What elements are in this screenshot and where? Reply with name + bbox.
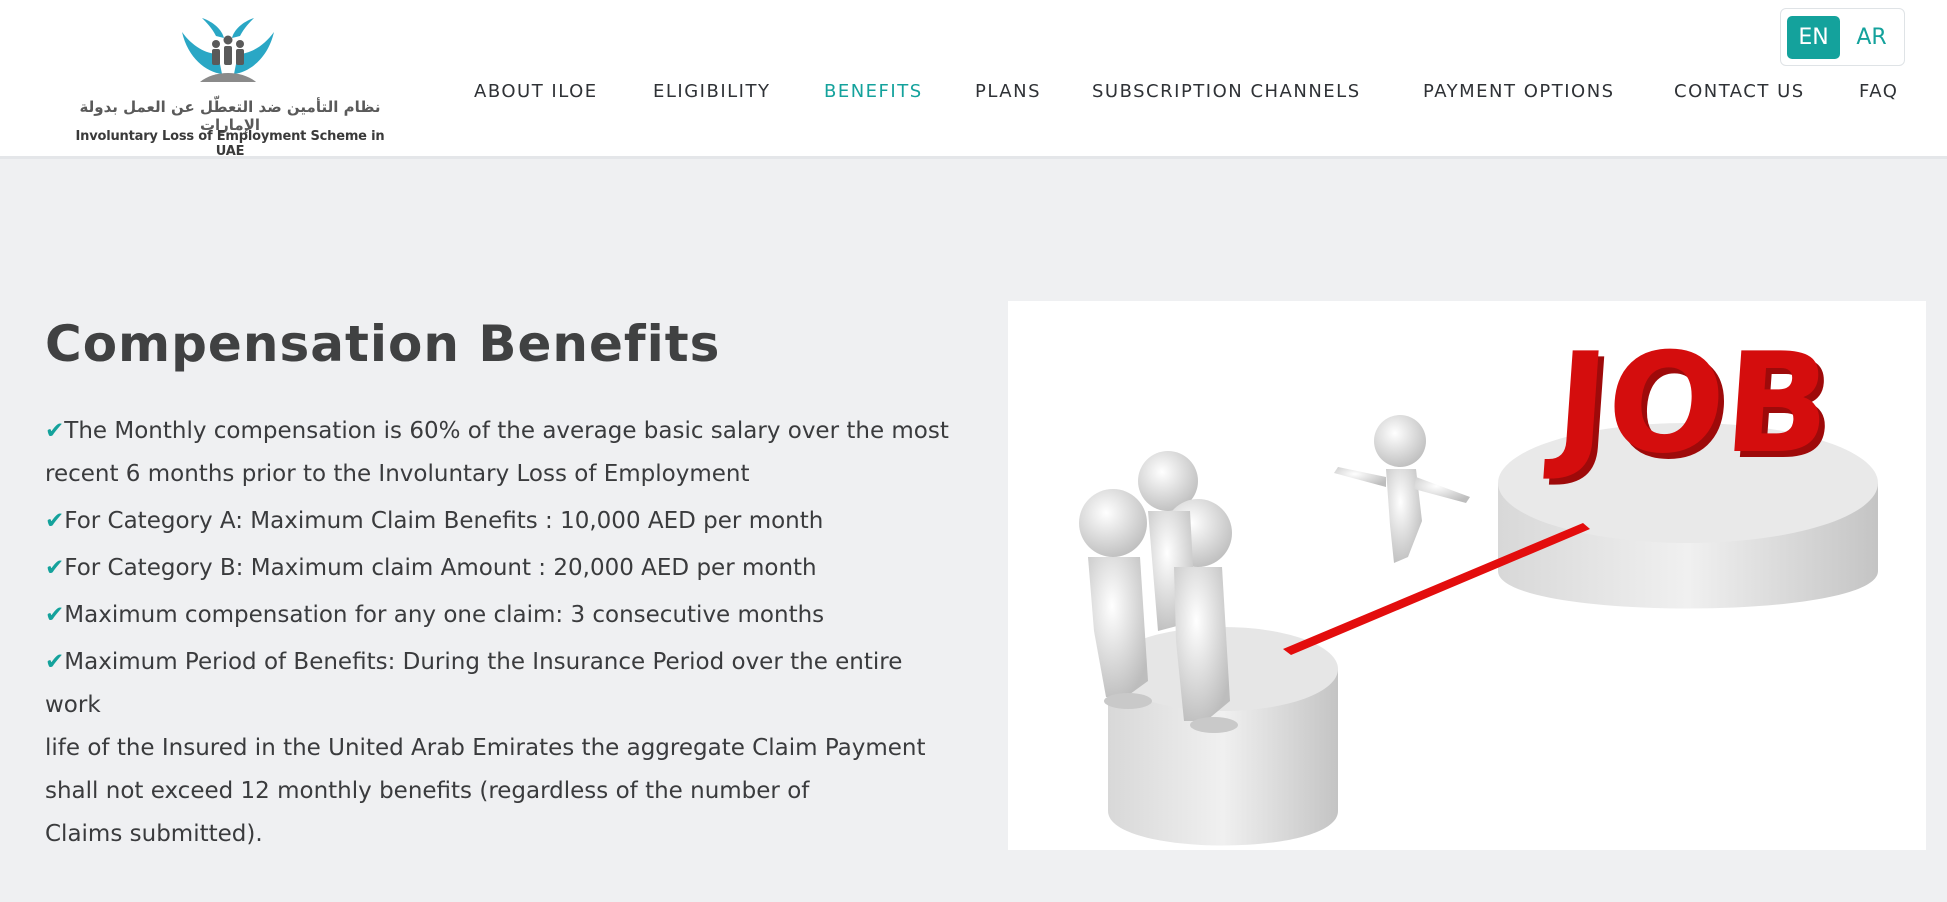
job-word: JOB (1543, 323, 1836, 484)
language-ar-button[interactable]: AR (1845, 16, 1898, 59)
benefit-text: shall not exceed 12 monthly benefits (re… (45, 778, 810, 804)
benefit-item: ✔For Category A: Maximum Claim Benefits … (45, 500, 823, 543)
benefit-text: recent 6 months prior to the Involuntary… (45, 461, 750, 487)
benefit-text: Maximum compensation for any one claim: … (64, 602, 825, 628)
job-bridge-illustration-icon: JOB JOB (1079, 323, 1878, 846)
benefit-item: ✔For Category B: Maximum claim Amount : … (45, 547, 817, 590)
benefit-text: For Category A: Maximum Claim Benefits :… (64, 508, 824, 534)
language-en-button[interactable]: EN (1787, 16, 1840, 59)
check-icon: ✔ (45, 602, 65, 628)
check-icon: ✔ (45, 508, 65, 534)
site-header: نظام التأمين ضد التعطّل عن العمل بدولة ا… (0, 0, 1947, 159)
nav-contact-us[interactable]: CONTACT US (1674, 80, 1805, 104)
nav-eligibility[interactable]: ELIGIBILITY (653, 80, 770, 104)
benefit-text: The Monthly compensation is 60% of the a… (64, 418, 949, 444)
check-icon: ✔ (45, 555, 65, 581)
logo-english-text: Involuntary Loss of Employment Scheme in… (75, 129, 385, 159)
benefit-item: ✔Maximum compensation for any one claim:… (45, 594, 824, 637)
nav-faq[interactable]: FAQ (1859, 80, 1898, 104)
benefit-text: For Category B: Maximum claim Amount : 2… (64, 555, 817, 581)
language-switcher: EN AR (1780, 8, 1905, 66)
check-icon: ✔ (45, 418, 65, 444)
nav-benefits[interactable]: BENEFITS (824, 80, 923, 104)
nav-payment-options[interactable]: PAYMENT OPTIONS (1423, 80, 1615, 104)
job-bridge-image: JOB JOB (1008, 301, 1926, 850)
nav-subscription-channels[interactable]: SUBSCRIPTION CHANNELS (1092, 80, 1361, 104)
people-hands-logo-icon (182, 18, 274, 82)
benefit-item: ✔Maximum Period of Benefits: During the … (45, 641, 965, 856)
benefit-text: Maximum Period of Benefits: During the I… (45, 649, 903, 718)
benefit-item: ✔The Monthly compensation is 60% of the … (45, 410, 949, 496)
iloe-logo[interactable]: نظام التأمين ضد التعطّل عن العمل بدولة ا… (60, 12, 400, 159)
nav-plans[interactable]: PLANS (975, 80, 1041, 104)
check-icon: ✔ (45, 649, 65, 675)
benefit-text: life of the Insured in the United Arab E… (45, 735, 926, 761)
nav-about-iloe[interactable]: ABOUT ILOE (474, 80, 598, 104)
page-title: Compensation Benefits (45, 315, 721, 373)
benefit-text: Claims submitted). (45, 821, 263, 847)
